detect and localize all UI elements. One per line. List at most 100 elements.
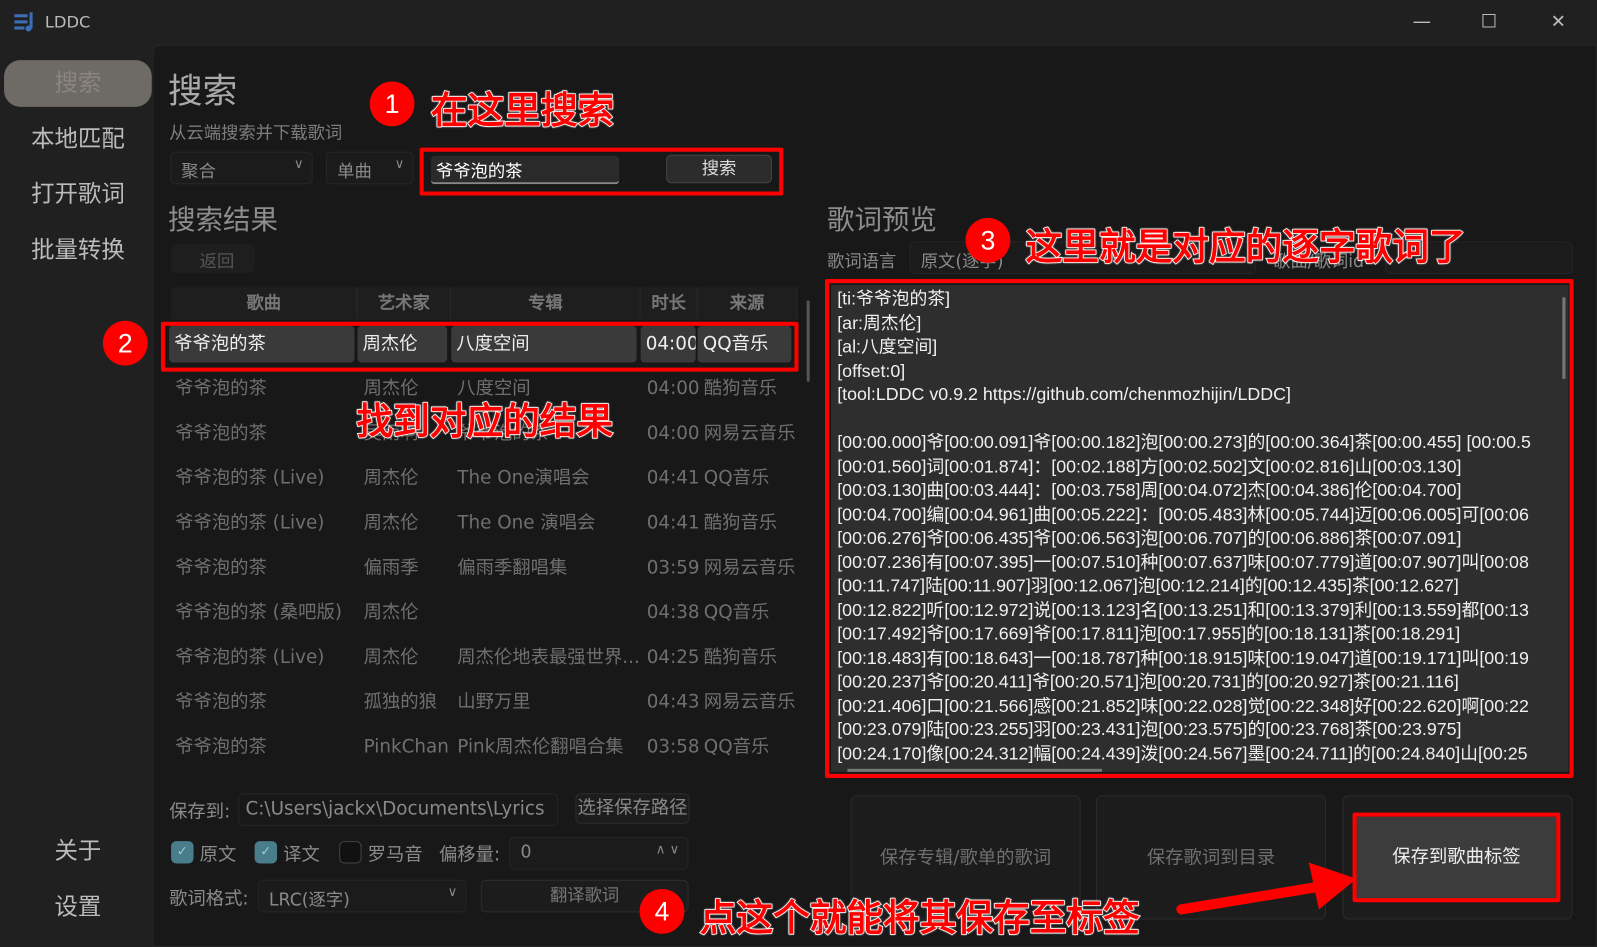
cell-album: 山野万里 — [457, 691, 531, 713]
format-label: 歌词格式: — [169, 887, 249, 910]
cell-source: 网易云音乐 — [703, 557, 796, 579]
sidebar-item-search[interactable]: 搜索 — [4, 60, 152, 107]
translation-checkbox[interactable]: ✓ — [254, 841, 278, 864]
annotation-box — [824, 279, 1574, 778]
cell-song: 爷爷泡的茶 — [175, 691, 267, 713]
spin-arrows-icon[interactable]: ∧ ∨ — [656, 842, 680, 857]
annotation-badge: 1 — [369, 81, 415, 127]
sidebar-item-local-match[interactable]: 本地匹配 — [4, 116, 152, 163]
cell-song: 爷爷泡的茶 — [175, 422, 267, 444]
chevron-down-icon: ∨ — [394, 156, 405, 173]
annotation-badge: 3 — [965, 217, 1011, 263]
cell-song: 爷爷泡的茶 (Live) — [175, 467, 325, 489]
cell-album: The One演唱会 — [457, 467, 590, 489]
column-header-duration[interactable]: 时长 — [640, 287, 698, 320]
chevron-down-icon: ∨ — [447, 884, 458, 901]
table-row[interactable]: 爷爷泡的茶 偏雨季 偏雨季翻唱集 03:59 网易云音乐 — [0, 546, 815, 591]
annotation-badge: 4 — [639, 888, 685, 934]
cell-song: 爷爷泡的茶 — [175, 736, 267, 758]
cell-duration: 04:43 — [646, 691, 700, 713]
table-row[interactable]: 爷爷泡的茶 PinkChan Pink周杰伦翻唱合集 03:58 QQ音乐 — [0, 725, 815, 770]
cell-artist: 周杰伦 — [363, 512, 419, 534]
romaji-checkbox[interactable] — [339, 841, 362, 864]
choose-save-path-button[interactable]: 选择保存路径 — [575, 793, 690, 824]
annotation-arrow-icon — [1176, 862, 1357, 915]
cell-artist: 孤独的狼 — [363, 691, 437, 713]
annotation-text: 这里就是对应的逐字歌词了 — [1025, 226, 1467, 269]
cell-duration: 03:59 — [646, 557, 700, 579]
app-title: LDDC — [44, 12, 91, 32]
cell-song: 爷爷泡的茶 (Live) — [175, 512, 325, 534]
save-path-input[interactable]: C:\Users\jackx\Documents\Lyrics — [238, 793, 559, 826]
column-header-song[interactable]: 歌曲 — [171, 287, 358, 320]
cell-source: 网易云音乐 — [703, 691, 796, 713]
format-select[interactable]: LRC(逐字) ∨ — [257, 879, 467, 913]
sidebar-item-settings[interactable]: 设置 — [4, 884, 152, 931]
cell-duration: 03:58 — [646, 736, 700, 758]
back-label: 返回 — [199, 251, 235, 272]
offset-spinbox[interactable]: 0 ∧ ∨ — [509, 837, 689, 870]
annotation-box — [1352, 812, 1561, 903]
sidebar-item-batch-convert[interactable]: 批量转换 — [4, 227, 152, 274]
table-row[interactable]: 爷爷泡的茶 (桑吧版) 周杰伦 04:38 QQ音乐 — [0, 591, 815, 636]
maximize-button[interactable]: ☐ — [1469, 8, 1510, 37]
cell-source: 酷狗音乐 — [703, 512, 778, 534]
offset-label: 偏移量: — [438, 844, 501, 866]
page-subtitle: 从云端搜索并下载歌词 — [169, 123, 343, 144]
cell-artist: 周杰伦 — [363, 467, 419, 489]
annotation-box — [160, 321, 799, 372]
results-scrollbar[interactable] — [806, 300, 810, 382]
cell-artist: 周杰伦 — [363, 646, 419, 669]
annotation-text: 在这里搜索 — [430, 90, 615, 133]
column-header-album[interactable]: 专辑 — [451, 287, 641, 320]
cell-duration: 04:00 — [646, 377, 700, 400]
cell-source: QQ音乐 — [703, 467, 770, 489]
sidebar-item-open-lyrics[interactable]: 打开歌词 — [4, 171, 152, 218]
minimize-button[interactable]: — — [1401, 8, 1442, 37]
cell-song: 爷爷泡的茶 — [175, 377, 267, 400]
cell-source: QQ音乐 — [703, 736, 770, 758]
cell-source: QQ音乐 — [703, 601, 770, 624]
cell-duration: 04:25 — [646, 646, 700, 669]
chevron-down-icon: ∨ — [293, 156, 304, 173]
cell-album: 偏雨季翻唱集 — [457, 557, 568, 579]
cell-duration: 04:38 — [646, 601, 700, 624]
offset-value: 0 — [520, 842, 532, 863]
sidebar-item-about[interactable]: 关于 — [4, 828, 152, 875]
cell-album: Pink周杰伦翻唱合集 — [457, 736, 624, 758]
close-button[interactable]: ✕ — [1538, 8, 1579, 37]
format-value: LRC(逐字) — [268, 889, 350, 911]
cell-album: 周杰伦地表最强世界... — [457, 646, 640, 669]
results-title: 搜索结果 — [168, 204, 279, 237]
original-checkbox[interactable]: ✓ — [171, 841, 194, 864]
cell-duration: 04:41 — [646, 512, 700, 534]
original-label: 原文 — [199, 844, 237, 866]
app-window: LDDC — ☐ ✕ 搜索 本地匹配 打开歌词 批量转换 关于 设置 搜索 从云… — [0, 0, 1597, 947]
cell-source: 网易云音乐 — [703, 422, 796, 444]
table-row[interactable]: 爷爷泡的茶 (Live) 周杰伦 The One演唱会 04:41 QQ音乐 — [0, 456, 815, 501]
annotation-text: 点这个就能将其保存至标签 — [699, 897, 1141, 940]
annotation-text: 找到对应的结果 — [356, 400, 614, 443]
cell-artist: 周杰伦 — [363, 601, 419, 624]
cell-duration: 04:00 — [646, 422, 700, 444]
source-select[interactable]: 聚合 ∨ — [170, 151, 313, 185]
cell-artist: PinkChan — [363, 736, 449, 758]
table-row[interactable]: 爷爷泡的茶 孤独的狼 山野万里 04:43 网易云音乐 — [0, 680, 815, 725]
title-bar: LDDC — ☐ ✕ — [0, 0, 1597, 45]
music-note-list-icon — [14, 12, 33, 32]
cell-song: 爷爷泡的茶 — [175, 557, 267, 579]
cell-song: 爷爷泡的茶 (Live) — [175, 646, 325, 669]
type-select[interactable]: 单曲 ∨ — [325, 151, 414, 185]
annotation-badge: 2 — [102, 320, 148, 366]
table-row[interactable]: 爷爷泡的茶 (Live) 周杰伦 The One 演唱会 04:41 酷狗音乐 — [0, 501, 815, 546]
preview-title: 歌词预览 — [827, 204, 938, 237]
back-button[interactable]: 返回 — [171, 244, 255, 273]
cell-song: 爷爷泡的茶 (桑吧版) — [175, 601, 342, 624]
source-value: 聚合 — [181, 161, 216, 183]
translation-label: 译文 — [283, 844, 320, 866]
column-header-source[interactable]: 来源 — [697, 287, 798, 320]
cell-album: The One 演唱会 — [457, 512, 596, 534]
romaji-label: 罗马音 — [367, 844, 423, 866]
column-header-artist[interactable]: 艺术家 — [357, 287, 452, 320]
table-row[interactable]: 爷爷泡的茶 (Live) 周杰伦 周杰伦地表最强世界... 04:25 酷狗音乐 — [0, 635, 815, 680]
